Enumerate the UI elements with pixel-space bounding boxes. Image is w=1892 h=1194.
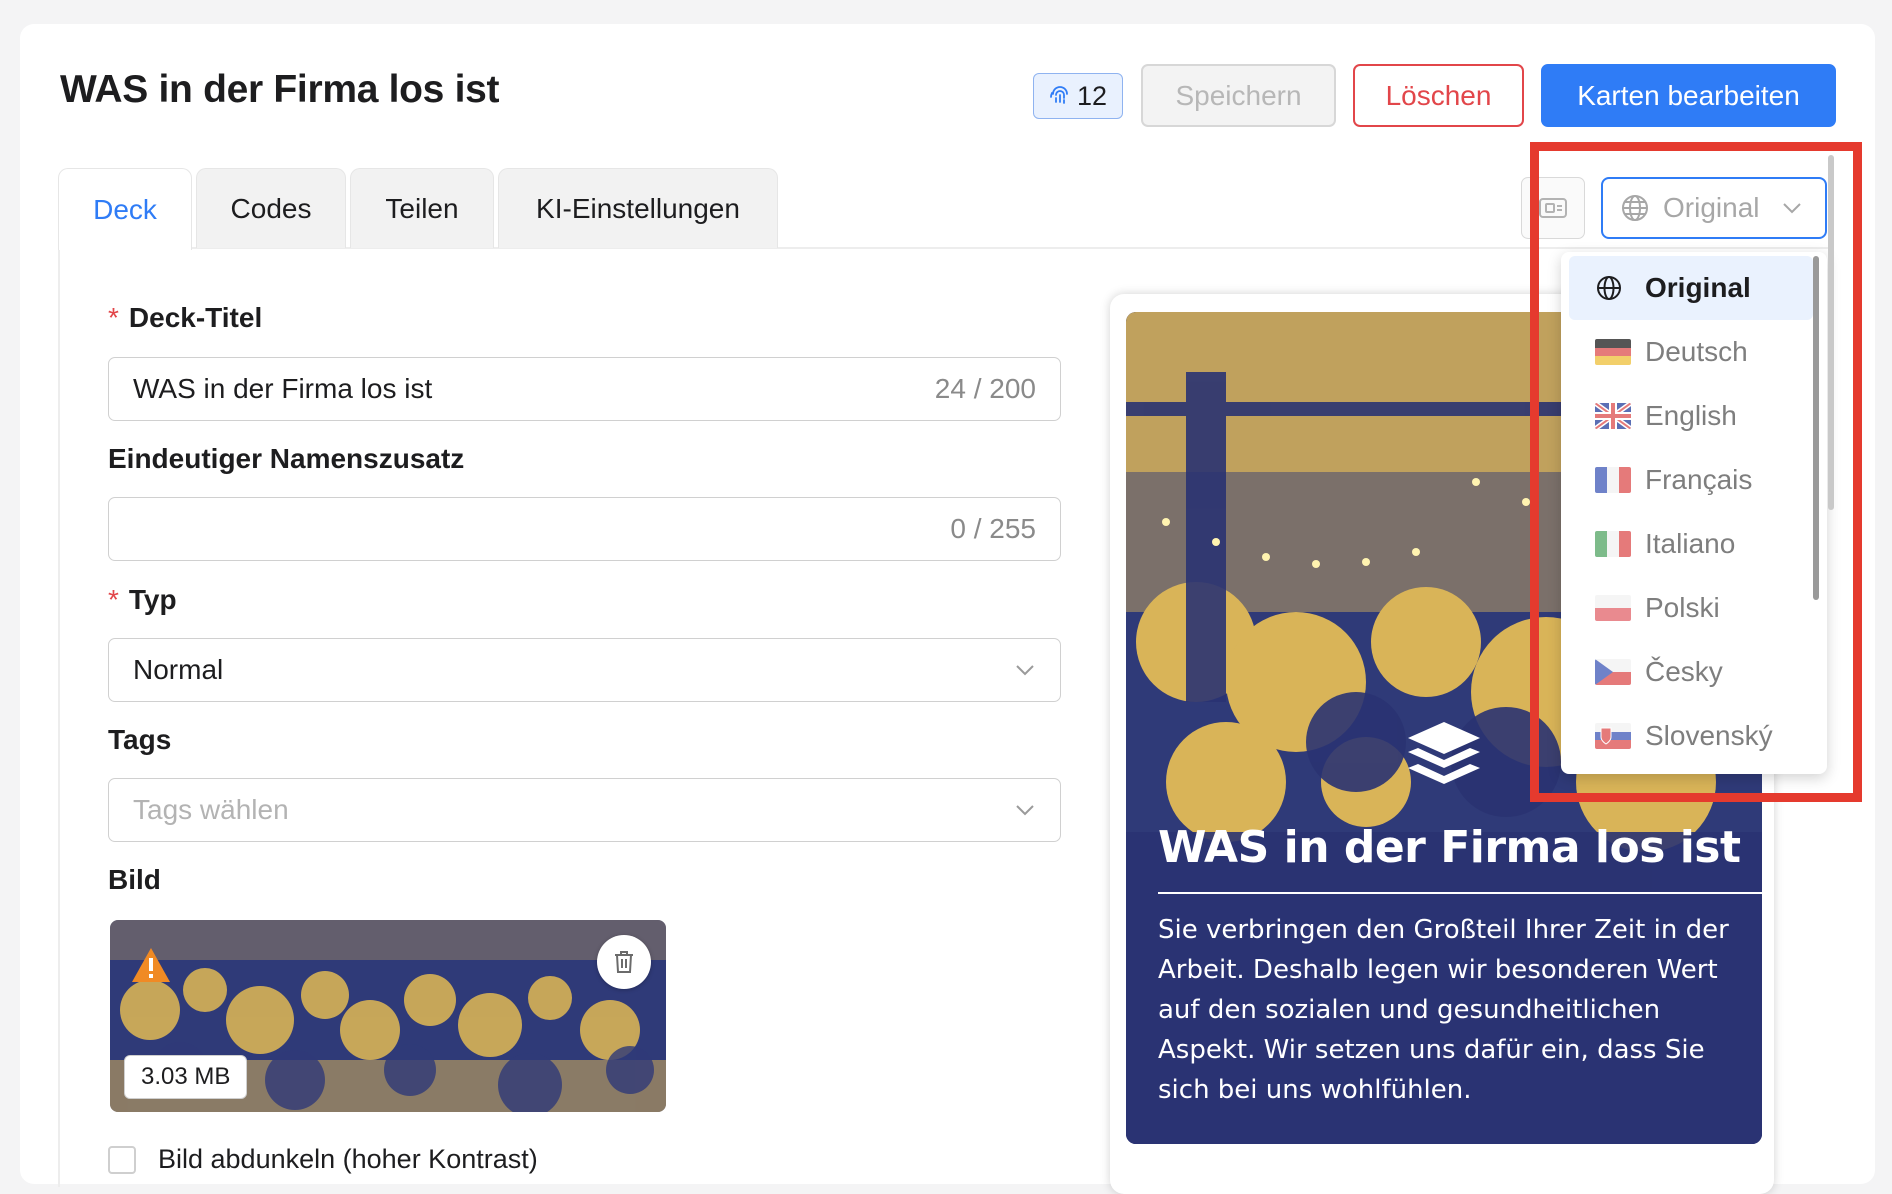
suffix-input[interactable]: 0 / 255 xyxy=(108,497,1061,561)
preview-description: Sie verbringen den Großteil Ihrer Zeit i… xyxy=(1158,915,1729,1105)
tags-placeholder: Tags wählen xyxy=(133,794,289,825)
page-title: WAS in der Firma los ist xyxy=(60,68,500,111)
edit-cards-button[interactable]: Karten bearbeiten xyxy=(1541,64,1836,127)
title-input[interactable]: WAS in der Firma los ist 24 / 200 xyxy=(108,357,1061,421)
tags-select[interactable]: Tags wählen xyxy=(108,778,1061,842)
tab-deck[interactable]: Deck xyxy=(58,168,192,250)
layers-icon xyxy=(1408,722,1480,784)
darken-image-label: Bild abdunkeln (hoher Kontrast) xyxy=(158,1144,538,1174)
image-thumbnail[interactable]: 3.03 MB xyxy=(110,920,666,1112)
badge-count: 12 xyxy=(1076,80,1108,111)
highlight-annotation xyxy=(1530,142,1862,802)
preview-divider xyxy=(1158,892,1762,894)
type-select-value: Normal xyxy=(133,654,224,685)
suffix-char-counter: 0 / 255 xyxy=(950,513,1036,544)
title-input-value: WAS in der Firma los ist xyxy=(133,373,433,404)
trash-icon xyxy=(615,951,633,973)
chevron-down-icon xyxy=(1016,665,1034,676)
image-size-badge: 3.03 MB xyxy=(124,1055,248,1099)
chevron-down-icon xyxy=(1016,805,1034,816)
tab-ai-settings[interactable]: KI-Einstellungen xyxy=(498,168,778,248)
image-label: Bild xyxy=(108,864,161,895)
tab-share[interactable]: Teilen xyxy=(350,168,494,248)
title-label: * Deck-Titel xyxy=(108,302,263,333)
tab-codes[interactable]: Codes xyxy=(196,168,346,248)
title-char-counter: 24 / 200 xyxy=(934,373,1036,404)
suffix-label: Eindeutiger Namenszusatz xyxy=(108,443,465,474)
warning-icon xyxy=(132,948,170,982)
preview-title: WAS in der Firma los ist xyxy=(1158,822,1741,873)
darken-image-option[interactable]: Bild abdunkeln (hoher Kontrast) xyxy=(108,1144,538,1175)
fingerprint-badge[interactable]: 12 xyxy=(1033,73,1123,119)
delete-button[interactable]: Löschen xyxy=(1353,64,1524,127)
save-button[interactable]: Speichern xyxy=(1141,64,1336,127)
delete-image-button[interactable] xyxy=(597,935,651,989)
darken-image-checkbox[interactable] xyxy=(108,1145,136,1174)
tags-label: Tags xyxy=(108,724,172,755)
type-select[interactable]: Normal xyxy=(108,638,1061,702)
type-label: * Typ xyxy=(108,584,177,615)
fingerprint-icon xyxy=(1050,86,1068,104)
